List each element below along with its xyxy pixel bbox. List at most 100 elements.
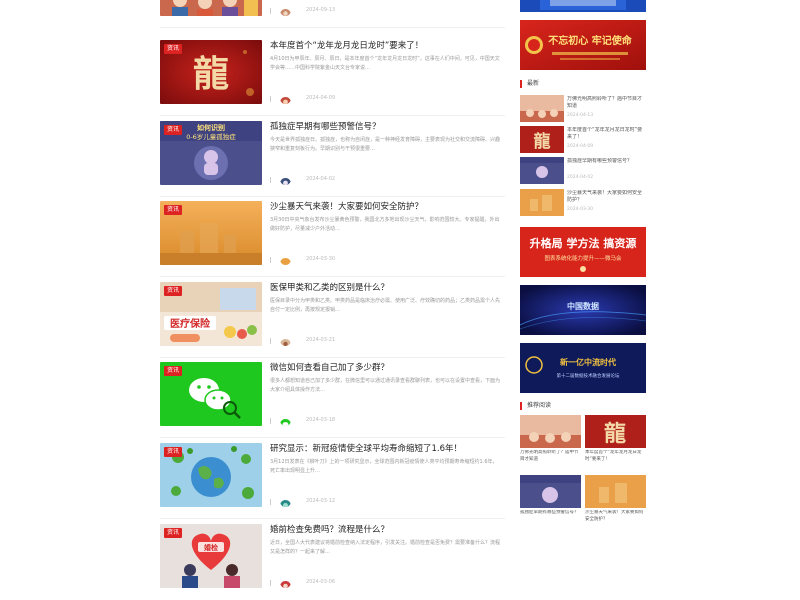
article-card[interactable]: 资讯 微信如何查看自己加了多少群？ 很多人都想知道自己加了多少群，在微信里可以通… [160,362,505,438]
article-excerpt: 很多人都想知道自己加了多少群，在微信里可以通过通讯录查看群聊列表，也可以在设置中… [270,378,501,393]
sidebar-article[interactable]: 龍 本年度首个“龙年龙月龙日龙时”要来了！ 2024-04-09 [520,126,646,154]
grid-article-title[interactable]: 万佛光明高照聆听了？庙中节目才知道 [520,450,581,463]
sidebar-thumbnail[interactable] [520,157,564,184]
divider [160,357,505,358]
party-banner[interactable]: 不忘初心 牢记使命 [520,20,646,70]
svg-text:龍: 龍 [193,53,229,95]
article-date: 2024-03-21 [306,337,336,343]
author-avatar[interactable] [280,496,291,507]
share-icon[interactable] [270,8,275,14]
sidebar-article[interactable]: 万佛光明高照聆听了？庙中节目才知道 2024-04-13 [520,95,646,123]
sidebar-article-date: 2024-04-02 [567,175,594,180]
divider [160,115,505,116]
article-title[interactable]: 研究显示：新冠疫情使全球平均寿命缩短了1.6年！ [270,443,505,455]
grid-article[interactable]: 万佛光明高照聆听了？庙中节目才知道 [520,415,581,465]
tech-banner[interactable]: 中国数据 [520,285,646,335]
article-meta: 2024-03-06 [270,577,505,589]
article-title[interactable]: 沙尘暴天气来袭！大家要如何安全防护？ [270,201,505,213]
grid-thumbnail[interactable] [585,475,646,508]
article-meta: 2024-03-21 [270,335,505,347]
divider [160,276,505,277]
sidebar-article-title[interactable]: 沙尘暴天气来袭！大家要如何安全防护？ [567,190,646,204]
sidebar-article-title[interactable]: 孤独症早期有哪些预警信号？ [567,158,646,172]
sidebar-thumbnail[interactable] [520,189,564,216]
article-title[interactable]: 医保甲类和乙类的区别是什么？ [270,282,505,294]
svg-text:龍: 龍 [604,421,626,447]
grid-article-title[interactable]: 沙尘暴天气来袭！大家要如何安全防护？ [585,510,646,523]
article-card[interactable]: 资讯 沙尘暴天气来袭！大家要如何安全防护？ 3月30日中央气象台发布沙尘暴黄色预… [160,201,505,277]
share-icon[interactable] [270,499,275,505]
article-thumbnail[interactable] [160,0,262,16]
era-banner[interactable]: 新一亿中流时代 第十二届数据技术融合发展论坛 [520,343,646,393]
article-meta: 2024-04-02 [270,174,505,186]
sidebar-thumbnail[interactable]: 龍 [520,126,564,153]
sidebar-article-title[interactable]: 本年度首个“龙年龙月龙日龙时”要来了！ [567,127,646,141]
article-card[interactable]: 资讯 研究显示：新冠疫情使全球平均寿命缩短了1.6年！ 3月12日发表在《柳叶刀… [160,443,505,519]
svg-text:婚检: 婚检 [204,543,218,552]
article-title[interactable]: 婚前检查免费吗？流程是什么？ [270,524,505,536]
article-card[interactable]: 医疗保险 资讯 医保甲类和乙类的区别是什么？ 医保目录中分为甲类和乙类。甲类药品… [160,282,505,358]
article-excerpt: 医保目录中分为甲类和乙类。甲类药品是临床治疗必需、使用广泛、疗效确切的药品；乙类… [270,298,501,313]
author-avatar[interactable] [280,254,291,265]
author-avatar[interactable] [280,93,291,104]
article-date: 2024-04-02 [306,176,336,182]
article-date: 2024-04-09 [306,95,336,101]
article-excerpt: 今天是世界孤独症日。孤独症，也称为自闭症，是一种神经发育障碍，主要表现为社交和交… [270,137,501,152]
article-card[interactable]: 婚检 资讯 婚前检查免费吗？流程是什么？ 近日，全国人大代表建议将婚前检查纳入法… [160,524,505,596]
grid-thumbnail[interactable] [520,475,581,508]
share-icon[interactable] [270,257,275,263]
category-tag[interactable]: 资讯 [164,286,183,296]
article-excerpt: 近日，全国人大代表建议将婚前检查纳入法定程序，引发关注。婚前检查是否免费？需要准… [270,540,501,555]
article-card[interactable]: 如何识别 0-6岁儿童孤独症 资讯 孤独症早期有哪些预警信号？ 今天是世界孤独症… [160,121,505,197]
grid-article-title[interactable]: 本年度首个“龙年龙月龙日龙时”要来了！ [585,450,646,463]
sidebar-article-date: 2024-03-30 [567,207,594,212]
sidebar-article[interactable]: 孤独症早期有哪些预警信号？ 2024-04-02 [520,157,646,185]
divider [160,518,505,519]
grid-thumbnail[interactable]: 龍 [585,415,646,448]
share-icon[interactable] [270,580,275,586]
svg-text:0-6岁儿童孤独症: 0-6岁儿童孤独症 [186,132,236,141]
category-tag[interactable]: 资讯 [164,528,183,538]
author-avatar[interactable] [280,5,291,16]
article-excerpt: 3月30日中央气象台发布沙尘暴黄色预警，我国北方多地出现沙尘天气，影响范围较大。… [270,217,500,232]
author-avatar[interactable] [280,174,291,185]
sidebar-thumbnail[interactable] [520,95,564,122]
category-tag[interactable]: 资讯 [164,44,183,54]
svg-text:新一亿中流时代: 新一亿中流时代 [560,357,616,367]
section-title-recommend: 推荐阅读 [520,402,551,410]
section-title-latest: 最新 [520,80,539,88]
grid-article[interactable]: 龍 本年度首个“龙年龙月龙日龙时”要来了！ [585,415,646,465]
category-tag[interactable]: 资讯 [164,366,183,376]
author-avatar[interactable] [280,577,291,588]
grid-article[interactable]: 孤独症早期有哪些预警信号？ [520,475,581,525]
article-card[interactable]: 2024-09-13 [160,0,505,28]
author-avatar[interactable] [280,415,291,426]
svg-text:龍: 龍 [534,131,551,152]
category-tag[interactable]: 资讯 [164,125,183,135]
category-tag[interactable]: 资讯 [164,205,183,215]
sidebar-article-title[interactable]: 万佛光明高照聆听了？庙中节目才知道 [567,96,646,110]
share-icon[interactable] [270,96,275,102]
study-banner[interactable]: 升格局 学方法 搞资源 图表系统化能力提升——微马会 [520,227,646,277]
author-avatar[interactable] [280,335,291,346]
article-date: 2024-03-30 [306,256,336,262]
svg-text:不忘初心 牢记使命: 不忘初心 牢记使命 [548,34,632,47]
article-meta: 2024-03-18 [270,415,505,427]
article-title[interactable]: 孤独症早期有哪些预警信号？ [270,121,505,133]
grid-thumbnail[interactable] [520,415,581,448]
share-icon[interactable] [270,338,275,344]
share-icon[interactable] [270,177,275,183]
category-tag[interactable]: 资讯 [164,447,183,457]
sidebar-article[interactable]: 沙尘暴天气来袭！大家要如何安全防护？ 2024-03-30 [520,189,646,217]
grid-article-title[interactable]: 孤独症早期有哪些预警信号？ [520,510,581,523]
grid-article[interactable]: 沙尘暴天气来袭！大家要如何安全防护？ [585,475,646,525]
svg-text:第十二届数据技术融合发展论坛: 第十二届数据技术融合发展论坛 [557,372,620,379]
divider [160,27,505,28]
article-title[interactable]: 本年度首个“龙年龙月龙日龙时”要来了！ [270,40,505,52]
share-icon[interactable] [270,418,275,424]
article-card[interactable]: 龍 资讯 本年度首个“龙年龙月龙日龙时”要来了！ 4月10日为甲辰年、辰月、辰日… [160,40,505,116]
top-banner[interactable] [520,0,646,12]
article-title[interactable]: 微信如何查看自己加了多少群？ [270,362,505,374]
article-meta: 2024-09-13 [270,5,505,17]
divider [160,196,505,197]
